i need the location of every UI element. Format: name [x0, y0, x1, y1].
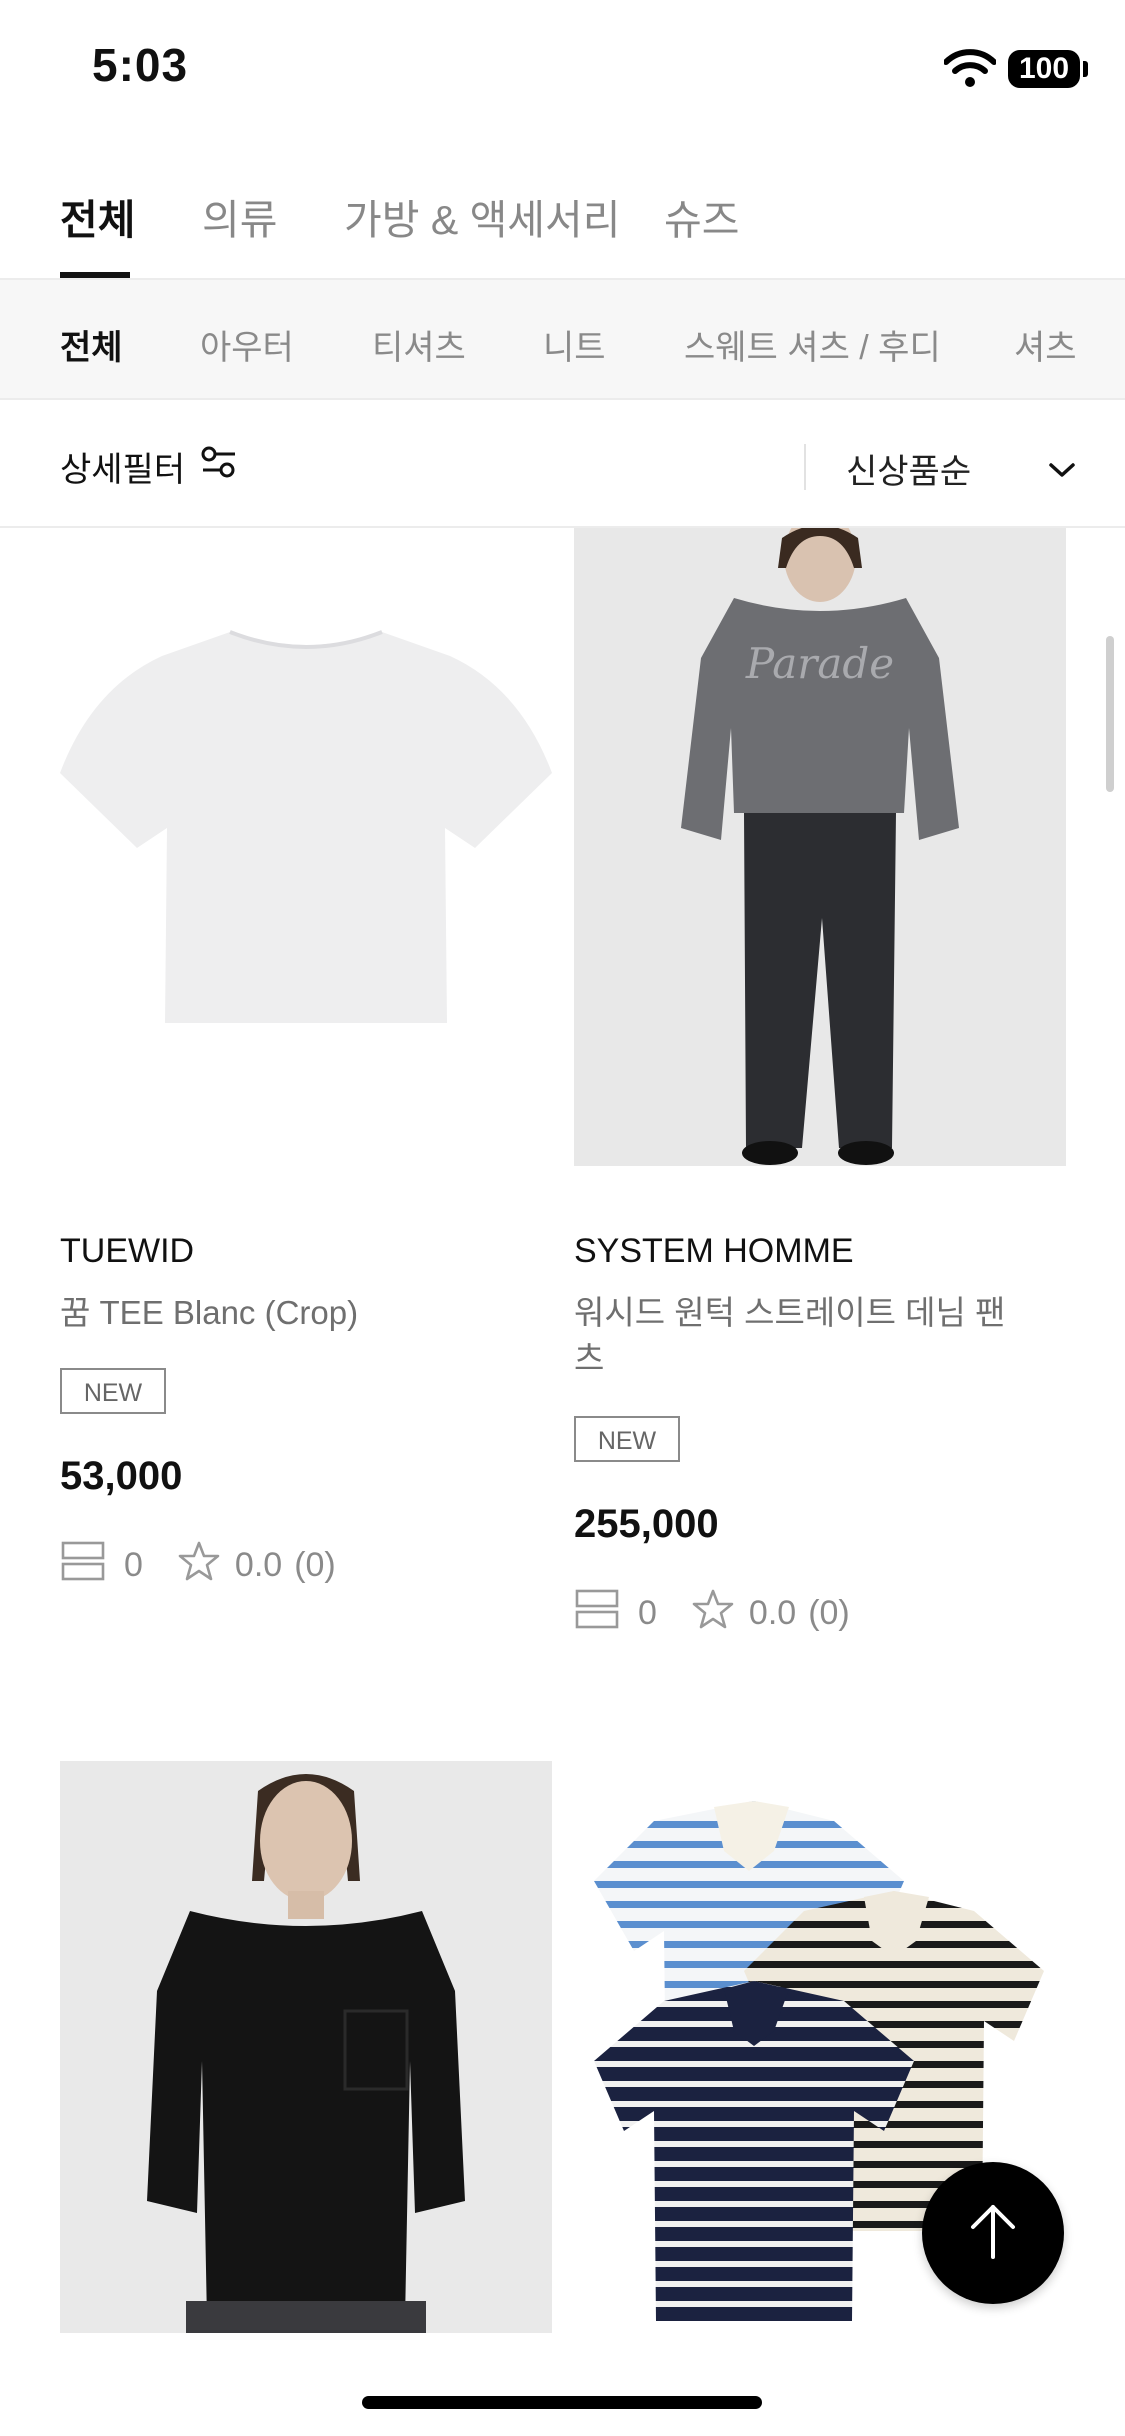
- subtab-tshirts[interactable]: 티셔츠: [372, 320, 466, 369]
- new-badge: NEW: [60, 1368, 166, 1414]
- wifi-icon: [943, 48, 997, 93]
- subtab-outer[interactable]: 아우터: [200, 320, 294, 369]
- arrow-up-icon: [967, 2201, 1019, 2266]
- sub-category-tabs: 전체 아우터 티셔츠 니트 스웨트 셔츠 / 후디 셔츠: [0, 280, 1125, 400]
- product-card[interactable]: Parade SYSTEM HOMME 워시드 원턱 스트레이트 데님 팬츠 N…: [574, 528, 1066, 1632]
- tab-clothing[interactable]: 의류: [202, 186, 277, 246]
- product-stats: 0 0.0 (0): [60, 1540, 336, 1591]
- new-badge: NEW: [574, 1416, 680, 1462]
- review-count: (0): [808, 1594, 850, 1632]
- battery-tip: [1083, 61, 1088, 77]
- subtab-all[interactable]: 전체: [60, 320, 123, 369]
- rating-value: 0.0: [234, 1546, 283, 1584]
- subtab-sweatshirts-hoodies[interactable]: 스웨트 셔츠 / 후디: [684, 320, 941, 369]
- product-price: 53,000: [60, 1454, 183, 1498]
- product-image[interactable]: [60, 1761, 552, 2333]
- star-icon: [177, 1540, 221, 1591]
- detail-filter-button[interactable]: 상세필터: [60, 442, 239, 491]
- rating-value: 0.0: [748, 1594, 797, 1632]
- product-name[interactable]: 꿈 TEE Blanc (Crop): [60, 1290, 500, 1336]
- tab-all[interactable]: 전체: [60, 186, 135, 246]
- product-name[interactable]: 워시드 원턱 스트레이트 데님 팬츠: [574, 1290, 1014, 1382]
- active-tab-indicator: [60, 272, 130, 278]
- tab-shoes[interactable]: 슈즈: [664, 186, 739, 246]
- status-bar: 5:03 100: [0, 0, 1125, 140]
- product-image[interactable]: Parade: [574, 528, 1066, 1166]
- battery-icon: 100: [1008, 50, 1080, 88]
- status-time: 5:03: [92, 39, 189, 91]
- main-category-tabs: 전체 의류 가방 & 액세서리 슈즈: [0, 170, 1125, 280]
- product-price: 255,000: [574, 1502, 719, 1546]
- wishlist-icon[interactable]: [60, 1540, 106, 1591]
- product-brand: SYSTEM HOMME: [574, 1232, 854, 1270]
- review-count: (0): [294, 1546, 336, 1584]
- wishlist-icon[interactable]: [574, 1588, 620, 1639]
- detail-filter-label: 상세필터: [60, 451, 186, 489]
- product-brand: TUEWID: [60, 1232, 195, 1270]
- product-image[interactable]: [60, 528, 552, 1168]
- chevron-down-icon: [1048, 449, 1076, 488]
- sort-dropdown[interactable]: 신상품순: [846, 444, 1076, 493]
- home-indicator: [362, 2396, 762, 2409]
- sort-label: 신상품순: [846, 453, 972, 491]
- product-card[interactable]: TUEWID 꿈 TEE Blanc (Crop) NEW 53,000 0 0…: [60, 528, 552, 1628]
- star-icon: [691, 1588, 735, 1639]
- wishlist-count: 0: [124, 1546, 143, 1584]
- subtab-shirts[interactable]: 셔츠: [1014, 320, 1077, 369]
- filter-sort-bar: 상세필터 신상품순: [0, 400, 1125, 528]
- subtab-knit[interactable]: 니트: [543, 320, 606, 369]
- tab-bags-accessories[interactable]: 가방 & 액세서리: [344, 186, 620, 246]
- filter-divider: [804, 444, 806, 490]
- wishlist-count: 0: [638, 1594, 657, 1632]
- filter-sliders-icon: [199, 444, 239, 489]
- scroll-to-top-button[interactable]: [922, 2162, 1064, 2304]
- product-stats: 0 0.0 (0): [574, 1588, 850, 1639]
- sweater-print-text: Parade: [745, 639, 894, 688]
- scrollbar[interactable]: [1106, 636, 1114, 792]
